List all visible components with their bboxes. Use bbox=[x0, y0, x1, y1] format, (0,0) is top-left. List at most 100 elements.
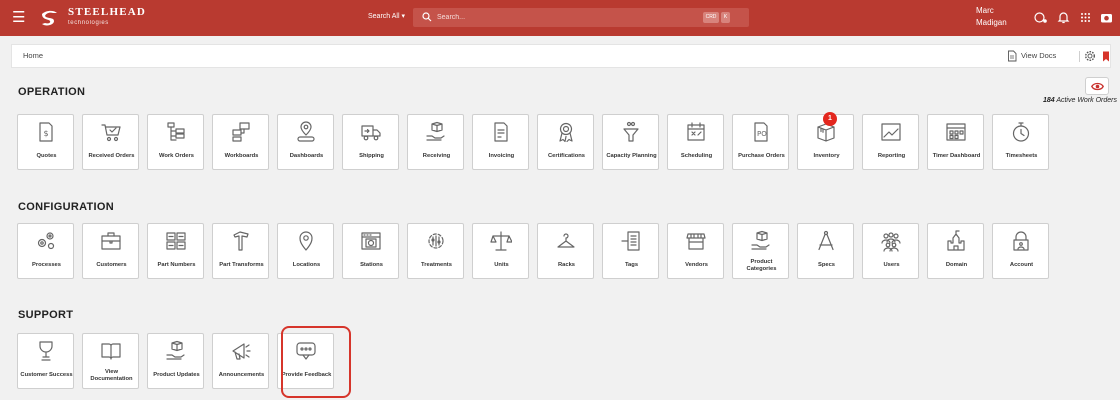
tile-label: Timesheets bbox=[1005, 153, 1038, 160]
camera-icon[interactable] bbox=[1099, 10, 1114, 25]
tile-users[interactable]: Users bbox=[862, 223, 919, 279]
search-scope-dropdown[interactable]: Search All ▾ bbox=[368, 12, 405, 22]
tile-label: Work Orders bbox=[158, 153, 194, 160]
eye-icon bbox=[1091, 82, 1104, 91]
timer-status-icon[interactable] bbox=[1033, 10, 1048, 25]
bell-icon[interactable] bbox=[1056, 10, 1071, 25]
inventory-notification-badge: 1 bbox=[823, 112, 837, 126]
tile-label: Inventory bbox=[813, 153, 840, 160]
tile-specs[interactable]: Specs bbox=[797, 223, 854, 279]
work-orders-icon bbox=[167, 122, 185, 141]
purchase-order-icon: PO bbox=[754, 122, 768, 142]
tile-shipping[interactable]: Shipping bbox=[342, 114, 399, 170]
tile-processes[interactable]: Processes bbox=[17, 223, 74, 279]
tile-customer-success[interactable]: Customer Success bbox=[17, 333, 74, 389]
tile-label: View Documentation bbox=[90, 368, 133, 383]
tile-capacity-planning[interactable]: Capacity Planning bbox=[602, 114, 659, 170]
svg-text:$: $ bbox=[44, 129, 49, 138]
tile-label: Timer Dashboard bbox=[932, 153, 981, 160]
tile-scheduling[interactable]: Scheduling bbox=[667, 114, 724, 170]
tile-quotes[interactable]: $ Quotes bbox=[17, 114, 74, 170]
tile-customers[interactable]: Customers bbox=[82, 223, 139, 279]
compass-icon bbox=[818, 230, 834, 251]
section-title-support: SUPPORT bbox=[18, 309, 74, 321]
breadcrumb-home[interactable]: Home bbox=[23, 51, 43, 60]
view-docs-link[interactable]: View Docs bbox=[1021, 51, 1056, 60]
tile-product-categories[interactable]: Product Categories bbox=[732, 223, 789, 279]
tile-label: Receiving bbox=[422, 153, 451, 160]
user-menu[interactable]: Marc Madigan bbox=[976, 5, 1007, 29]
tile-label: Quotes bbox=[36, 153, 57, 160]
tile-label: Scheduling bbox=[680, 153, 713, 160]
tile-purchase-orders[interactable]: PO Purchase Orders bbox=[732, 114, 789, 170]
tile-work-orders[interactable]: Work Orders bbox=[147, 114, 204, 170]
toggle-visibility-button[interactable] bbox=[1085, 77, 1109, 95]
tile-units[interactable]: Units bbox=[472, 223, 529, 279]
tile-tags[interactable]: Tags bbox=[602, 223, 659, 279]
account-lock-icon bbox=[1013, 231, 1029, 251]
tile-workboards[interactable]: Workboards bbox=[212, 114, 269, 170]
tile-certifications[interactable]: Certifications bbox=[537, 114, 594, 170]
tile-provide-feedback[interactable]: Provide Feedback bbox=[277, 333, 334, 389]
tile-part-transforms[interactable]: Part Transforms bbox=[212, 223, 269, 279]
bookmark-icon[interactable] bbox=[1102, 51, 1110, 62]
product-categories-icon bbox=[751, 230, 770, 250]
hamburger-menu-icon[interactable]: ☰ bbox=[12, 9, 25, 27]
tile-timesheets[interactable]: Timesheets bbox=[992, 114, 1049, 170]
tile-received-orders[interactable]: Received Orders bbox=[82, 114, 139, 170]
tile-vendors[interactable]: Vendors bbox=[667, 223, 724, 279]
tile-dashboards[interactable]: Dashboards bbox=[277, 114, 334, 170]
tile-announcements[interactable]: Announcements bbox=[212, 333, 269, 389]
search-input[interactable] bbox=[437, 9, 697, 25]
operation-tiles: $ Quotes Received Orders Work Orders Work… bbox=[17, 114, 1049, 170]
tile-domain[interactable]: Domain bbox=[927, 223, 984, 279]
document-icon[interactable] bbox=[1007, 50, 1017, 62]
tile-stations[interactable]: Stations bbox=[342, 223, 399, 279]
brand-tagline: technologies bbox=[68, 20, 109, 26]
megaphone-icon bbox=[232, 343, 251, 360]
capacity-icon bbox=[623, 121, 639, 142]
tile-treatments[interactable]: Treatments bbox=[407, 223, 464, 279]
users-icon bbox=[881, 232, 901, 252]
tile-label: Domain bbox=[945, 262, 968, 269]
tile-label: Product Updates bbox=[153, 372, 200, 379]
steelhead-logo-icon bbox=[42, 10, 57, 26]
global-search[interactable]: CRD K bbox=[413, 8, 749, 27]
store-icon bbox=[686, 233, 706, 250]
tile-label: Users bbox=[883, 262, 900, 269]
tile-label: Units bbox=[494, 262, 509, 269]
dashboard-icon bbox=[297, 121, 315, 142]
tile-label: Customers bbox=[96, 262, 127, 269]
invoice-icon bbox=[494, 122, 508, 142]
chart-icon bbox=[881, 123, 901, 141]
tile-view-documentation[interactable]: View Documentation bbox=[82, 333, 139, 389]
tile-label: Shipping bbox=[359, 153, 384, 160]
tile-label: Capacity Planning bbox=[606, 153, 657, 160]
active-work-orders-count: 184 Active Work Orders bbox=[1043, 97, 1117, 104]
tile-label: Purchase Orders bbox=[738, 153, 785, 160]
briefcase-icon bbox=[101, 232, 121, 250]
tile-account[interactable]: Account bbox=[992, 223, 1049, 279]
feedback-icon bbox=[296, 342, 316, 360]
tile-reporting[interactable]: Reporting bbox=[862, 114, 919, 170]
treatment-icon bbox=[428, 233, 444, 249]
support-tiles: Customer Success View Documentation Prod… bbox=[17, 333, 334, 389]
tile-label: Part Transforms bbox=[219, 262, 264, 269]
tile-racks[interactable]: Racks bbox=[537, 223, 594, 279]
stopwatch-icon bbox=[1012, 122, 1030, 142]
tile-invoicing[interactable]: Invoicing bbox=[472, 114, 529, 170]
tile-timer-dashboard[interactable]: Timer Dashboard bbox=[927, 114, 984, 170]
apps-grid-icon[interactable] bbox=[1078, 10, 1093, 25]
timer-dashboard-icon bbox=[946, 123, 966, 141]
section-title-configuration: CONFIGURATION bbox=[18, 201, 114, 213]
tile-locations[interactable]: Locations bbox=[277, 223, 334, 279]
user-last-name: Madigan bbox=[976, 18, 1007, 27]
tile-part-numbers[interactable]: Part Numbers bbox=[147, 223, 204, 279]
tile-label: Locations bbox=[292, 262, 321, 269]
tile-label: Part Numbers bbox=[157, 262, 196, 269]
gear-icon[interactable] bbox=[1084, 50, 1096, 62]
tile-product-updates[interactable]: Product Updates bbox=[147, 333, 204, 389]
top-navigation-bar: ☰ STEELHEAD technologies Search All ▾ CR… bbox=[0, 0, 1120, 36]
quote-icon: $ bbox=[39, 122, 53, 142]
tile-receiving[interactable]: Receiving bbox=[407, 114, 464, 170]
